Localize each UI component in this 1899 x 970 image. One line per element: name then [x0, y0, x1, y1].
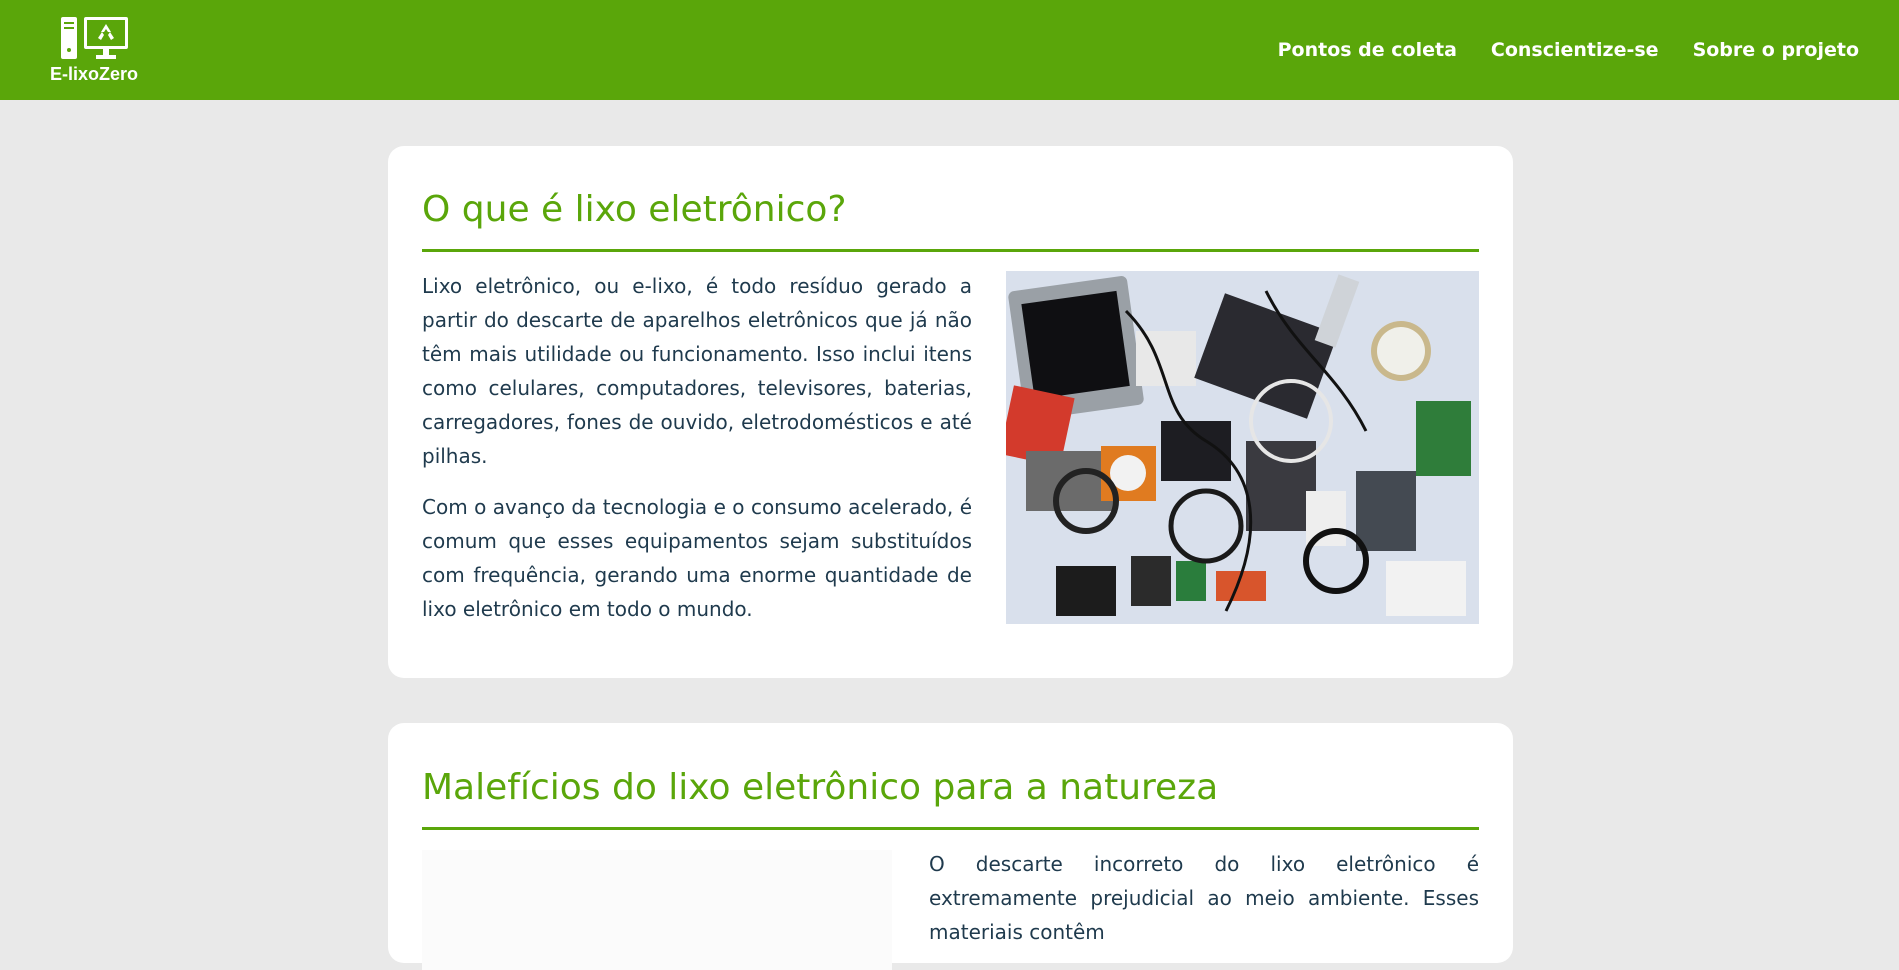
nav-conscientize-se[interactable]: Conscientize-se	[1491, 39, 1659, 61]
ewaste-pile-image	[1006, 271, 1479, 624]
ewaste-harm-card: Malefícios do lixo eletrônico para a nat…	[388, 723, 1513, 970]
what-is-ewaste-card: O que é lixo eletrônico? Lixo eletrônico…	[388, 146, 1513, 678]
nav-pontos-de-coleta[interactable]: Pontos de coleta	[1278, 39, 1457, 61]
title-divider	[422, 249, 1479, 252]
paragraph: Com o avanço da tecnologia e o consumo a…	[422, 495, 972, 621]
brand-name: E-lixoZero	[49, 64, 138, 84]
title-divider	[422, 827, 1479, 830]
computer-recycle-icon	[61, 17, 128, 59]
top-navbar: E-lixoZero Pontos de coleta Conscientize…	[0, 0, 1899, 100]
section-image	[422, 850, 892, 970]
brand-logo[interactable]: E-lixoZero	[48, 16, 140, 86]
paragraph: Lixo eletrônico, ou e-lixo, é todo resíd…	[422, 274, 972, 468]
section-text: O descarte incorreto do lixo eletrônico …	[929, 847, 1479, 966]
section-text: Lixo eletrônico, ou e-lixo, é todo resíd…	[422, 269, 972, 643]
nav-sobre-o-projeto[interactable]: Sobre o projeto	[1693, 39, 1859, 61]
paragraph: O descarte incorreto do lixo eletrônico …	[929, 852, 1479, 944]
section-title: Malefícios do lixo eletrônico para a nat…	[422, 767, 1219, 808]
main-nav: Pontos de coleta Conscientize-se Sobre o…	[1278, 0, 1859, 100]
section-title: O que é lixo eletrônico?	[422, 189, 847, 230]
